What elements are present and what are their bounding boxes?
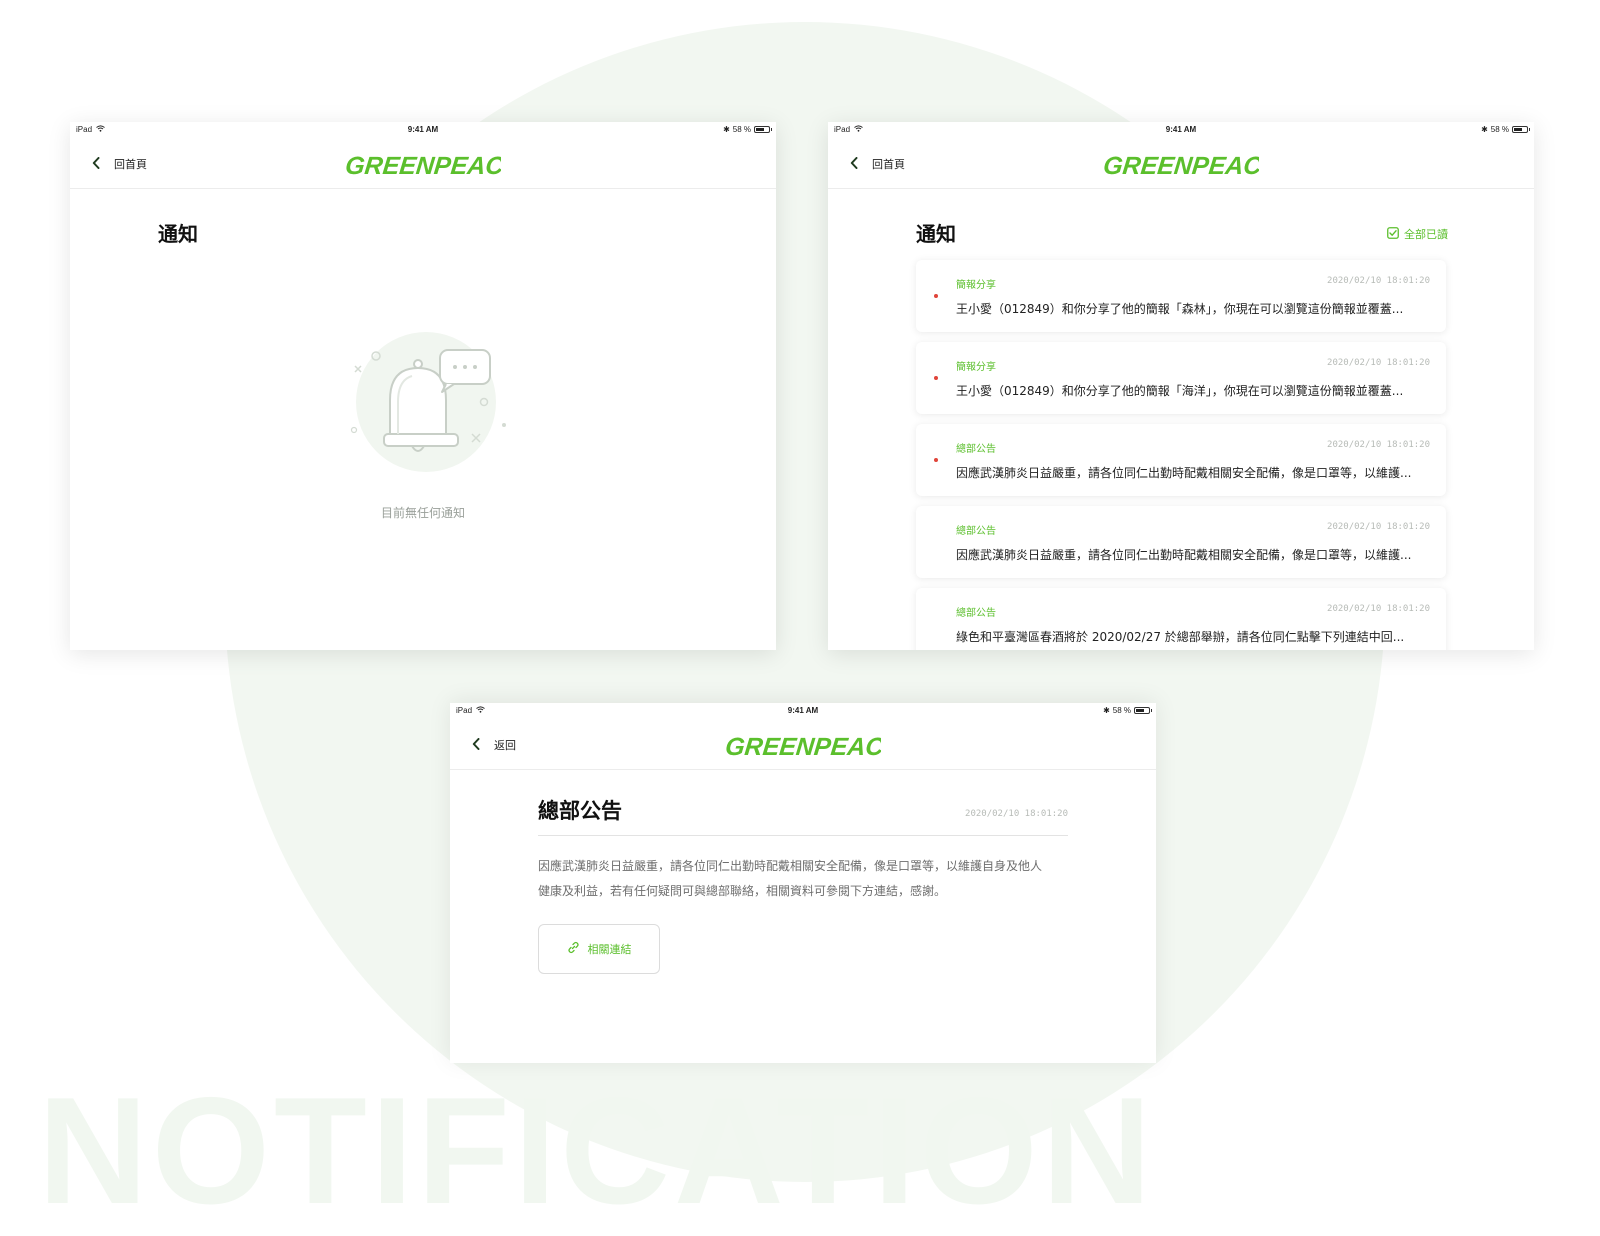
- announcement-body: 因應武漢肺炎日益嚴重，請各位同仁出勤時配戴相關安全配備，像是口罩等，以維護自身及…: [538, 854, 1068, 904]
- back-label: 返回: [494, 738, 516, 752]
- notification-card[interactable]: 簡報分享 2020/02/10 18:01:20 王小愛（012849）和你分享了他…: [916, 342, 1446, 414]
- battery-percent: 58 %: [1490, 125, 1509, 134]
- page-title: 通知: [158, 222, 198, 246]
- back-home-button[interactable]: 回首頁: [850, 154, 905, 173]
- notification-category: 簡報分享: [956, 280, 996, 291]
- notification-time: 2020/02/10 18:01:20: [1327, 276, 1430, 286]
- notification-message: 因應武漢肺炎日益嚴重，請各位同仁出勤時配戴相關安全配備，像是口罩等，以維護...: [956, 466, 1412, 480]
- announcement-body-line: 健康及利益，若有任何疑問可與總部聯絡，相關資料可參閱下方連結，感謝。: [538, 884, 947, 898]
- notification-category: 總部公告: [956, 526, 996, 537]
- svg-text:GREENPEACE: GREENPEACE: [1103, 152, 1259, 180]
- battery-percent: 58 %: [1112, 706, 1131, 715]
- bluetooth-icon: ✱: [1103, 706, 1110, 715]
- notification-card[interactable]: 總部公告 2020/02/10 18:01:20 因應武漢肺炎日益嚴重，請各位同仁出…: [916, 424, 1446, 496]
- greenpeace-logo: GREENPEACE: [724, 731, 903, 765]
- notification-time: 2020/02/10 18:01:20: [1327, 604, 1430, 614]
- notification-message: 綠色和平臺灣區春酒將於 2020/02/27 於總部舉辦，請各位同仁點擊下列連結…: [956, 630, 1405, 644]
- screen-announcement-detail: iPad 9:41 AM ✱ 58 % 返回 GREENPEACE 總部公告 20…: [450, 703, 1156, 1063]
- back-label: 回首頁: [114, 157, 147, 171]
- empty-state-text: 目前無任何通知: [380, 506, 465, 520]
- notification-message: 因應武漢肺炎日益嚴重，請各位同仁出勤時配戴相關安全配備，像是口罩等，以維護...: [956, 548, 1412, 562]
- link-icon: [567, 941, 580, 957]
- checkbox-checked-icon: [1387, 226, 1399, 242]
- screen-empty-notifications: iPad 9:41 AM ✱ 58 % 回首頁 GREENPEACE 通知 目前…: [70, 122, 776, 650]
- status-bar: iPad 9:41 AM ✱ 58 %: [828, 122, 1534, 140]
- notification-time: 2020/02/10 18:01:20: [1327, 358, 1430, 368]
- page-title: 通知: [916, 222, 956, 246]
- bluetooth-icon: ✱: [723, 125, 730, 134]
- notification-category: 簡報分享: [956, 362, 996, 373]
- battery-percent: 58 %: [732, 125, 751, 134]
- unread-dot: [934, 376, 938, 380]
- mark-all-read-button[interactable]: 全部已讀: [1387, 226, 1448, 242]
- status-bar: iPad 9:41 AM ✱ 58 %: [70, 122, 776, 140]
- notification-category: 總部公告: [956, 608, 996, 619]
- chevron-left-icon: [92, 154, 100, 173]
- notification-category: 總部公告: [956, 444, 996, 455]
- clock: 9:41 AM: [407, 125, 439, 134]
- notification-message: 王小愛（012849）和你分享了他的簡報「海洋」，你現在可以瀏覽這份簡報並覆蓋.…: [956, 384, 1404, 398]
- status-bar: iPad 9:41 AM ✱ 58 %: [450, 703, 1156, 721]
- mark-all-read-label: 全部已讀: [1404, 228, 1448, 241]
- announcement-body-line: 因應武漢肺炎日益嚴重，請各位同仁出勤時配戴相關安全配備，像是口罩等，以維護自身及…: [538, 859, 1043, 873]
- notification-message: 王小愛（012849）和你分享了他的簡報「森林」，你現在可以瀏覽這份簡報並覆蓋.…: [956, 302, 1404, 316]
- back-home-button[interactable]: 回首頁: [92, 154, 147, 173]
- notification-time: 2020/02/10 18:01:20: [1327, 522, 1430, 532]
- svg-text:GREENPEACE: GREENPEACE: [345, 152, 501, 180]
- clock: 9:41 AM: [787, 706, 819, 715]
- notification-card[interactable]: 簡報分享 2020/02/10 18:01:20 王小愛（012849）和你分享了他…: [916, 260, 1446, 332]
- announcement-time: 2020/02/10 18:01:20: [965, 809, 1068, 819]
- related-link-button[interactable]: 相關連結: [538, 924, 660, 974]
- related-link-label: 相關連結: [587, 943, 632, 956]
- back-button[interactable]: 返回: [472, 735, 516, 754]
- screen-notification-list: iPad 9:41 AM ✱ 58 % 回首頁 GREENPEACE 通知 全部已…: [828, 122, 1534, 650]
- svg-text:GREENPEACE: GREENPEACE: [725, 733, 881, 761]
- notification-list: 簡報分享 2020/02/10 18:01:20 王小愛（012849）和你分享了他…: [916, 260, 1446, 650]
- greenpeace-logo: GREENPEACE: [344, 150, 523, 184]
- bluetooth-icon: ✱: [1481, 125, 1488, 134]
- announcement-content: 總部公告 2020/02/10 18:01:20 因應武漢肺炎日益嚴重，請各位同…: [538, 791, 1068, 974]
- announcement-title: 總部公告: [538, 799, 622, 823]
- nav-bar: 返回 GREENPEACE: [450, 721, 1156, 770]
- greenpeace-logo: GREENPEACE: [1102, 150, 1281, 184]
- clock: 9:41 AM: [1165, 125, 1197, 134]
- background-watermark: NOTIFICATION: [38, 1066, 1156, 1236]
- notification-time: 2020/02/10 18:01:20: [1327, 440, 1430, 450]
- unread-dot: [934, 458, 938, 462]
- chevron-left-icon: [850, 154, 858, 173]
- battery-icon: [1134, 707, 1152, 714]
- notification-card[interactable]: 總部公告 2020/02/10 18:01:20 綠色和平臺灣區春酒將於 2020/…: [916, 588, 1446, 650]
- bell-empty-illustration: [346, 330, 506, 484]
- chevron-left-icon: [472, 735, 480, 754]
- notification-card[interactable]: 總部公告 2020/02/10 18:01:20 因應武漢肺炎日益嚴重，請各位同仁出…: [916, 506, 1446, 578]
- battery-icon: [1512, 126, 1530, 133]
- unread-dot: [934, 294, 938, 298]
- battery-icon: [754, 126, 772, 133]
- nav-bar: 回首頁 GREENPEACE: [828, 140, 1534, 189]
- back-label: 回首頁: [872, 157, 905, 171]
- nav-bar: 回首頁 GREENPEACE: [70, 140, 776, 189]
- announcement-header: 總部公告 2020/02/10 18:01:20: [538, 791, 1068, 836]
